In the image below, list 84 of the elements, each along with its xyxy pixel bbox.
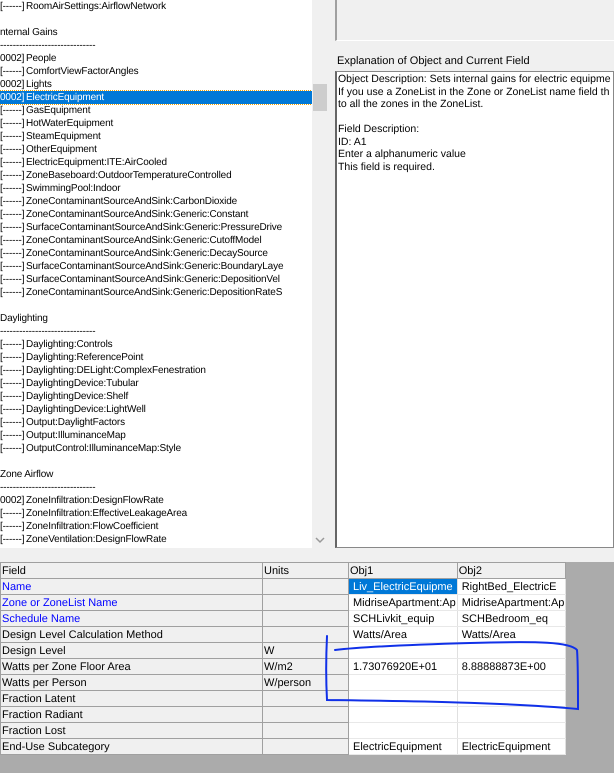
value-cell[interactable] (348, 706, 458, 722)
object-list-item[interactable]: [------] ZoneInfiltration:FlowCoefficient (0, 520, 312, 533)
object-list-item[interactable]: [------] DaylightingDevice:Tubular (0, 377, 312, 390)
object-list-item[interactable]: [------] SteamEquipment (0, 130, 312, 143)
group-heading: nternal Gains (0, 26, 58, 39)
object-list-item[interactable]: [------] ZoneContaminantSourceAndSink:Generic:DecaySource (0, 247, 312, 260)
object-list-item[interactable]: [------] ZoneContaminantSourceAndSink:Generic:DepositionRateS (0, 286, 312, 299)
object-list-item[interactable]: 0002] ZoneInfiltration:DesignFlowRate (0, 494, 312, 507)
object-list-item[interactable]: 0002] Lights (0, 78, 312, 91)
value-cell[interactable] (457, 706, 566, 722)
separator-line: ------------------------------ (0, 39, 96, 52)
value-cell[interactable]: SCHBedroom_eq (457, 610, 566, 626)
field-name: Schedule Name (2, 612, 80, 624)
object-list-item[interactable]: [------] SurfaceContaminantSourceAndSink:Generic:BoundaryLaye (0, 260, 312, 273)
explanation-line: If you use a ZoneList in the Zone or ZoneList name field th (338, 86, 610, 98)
object-list-item[interactable]: [------] RoomAirSettings:AirflowNetwork (0, 0, 312, 13)
object-list-item[interactable]: [------] ZoneBaseboard:OutdoorTemperatureControlled (0, 169, 312, 182)
object-list-item[interactable]: [------] SwimmingPool:Indoor (0, 182, 312, 195)
field-name: Zone or ZoneList Name (2, 596, 118, 608)
object-list-item[interactable]: [------] SurfaceContaminantSourceAndSink:Generic:DepositionVel (0, 273, 312, 286)
column-header: Obj1 (348, 562, 458, 578)
value-cell[interactable] (457, 674, 566, 690)
explanation-title: Explanation of Object and Current Field (336, 54, 531, 69)
separator-line: ------------------------------ (0, 325, 96, 338)
field-name: Design Level Calculation Method (2, 628, 163, 640)
object-list-item[interactable]: [------] ZoneContaminantSourceAndSink:CarbonDioxide (0, 195, 312, 208)
object-list-item[interactable]: 0002] People (0, 52, 312, 65)
units-cell: W/person (262, 674, 348, 690)
object-list-item[interactable]: [------] Output:DaylightFactors (0, 416, 312, 429)
group-heading: Daylighting (0, 312, 48, 325)
object-list-item[interactable]: [------] ZoneVentilation:DesignFlowRate (0, 533, 312, 546)
explanation-line: Field Description: (338, 123, 420, 136)
explanation-line: Enter a alphanumeric value (338, 148, 467, 160)
value-cell[interactable]: Watts/Area (348, 626, 458, 642)
field-name: Fraction Latent (2, 692, 76, 704)
object-list-item[interactable]: [------] SurfaceContaminantSourceAndSink:Generic:PressureDrive (0, 221, 312, 234)
object-list-item[interactable]: [------] Daylighting:DELight:ComplexFenestration (0, 364, 312, 377)
explanation-line: to all the zones in the ZoneList. (338, 98, 484, 110)
value-cell[interactable]: RightBed_ElectricE (457, 578, 566, 594)
units-cell: W/m2 (262, 658, 348, 674)
chevron-down-icon[interactable] (315, 536, 325, 544)
field-name: End-Use Subcategory (2, 740, 110, 752)
object-list-item[interactable]: [------] ComfortViewFactorAngles (0, 65, 312, 78)
value-cell[interactable]: Liv_ElectricEquipme (348, 578, 458, 594)
column-header: Units (262, 562, 348, 578)
value-cell[interactable]: SCHLivkit_equip (348, 610, 458, 626)
value-cell[interactable] (348, 674, 458, 690)
separator-line: ------------------------------ (0, 481, 96, 494)
object-list-item[interactable]: [------] ElectricEquipment:ITE:AirCooled (0, 156, 312, 169)
field-name: Fraction Lost (2, 724, 66, 736)
object-list-item[interactable]: [------] ZoneInfiltration:EffectiveLeakageArea (0, 507, 312, 520)
object-list-item[interactable]: [------] Daylighting:ReferencePoint (0, 351, 312, 364)
object-list-item[interactable]: [------] GasEquipment (0, 104, 312, 117)
field-name: Design Level (2, 644, 66, 656)
object-list-item[interactable]: [------] DaylightingDevice:LightWell (0, 403, 312, 416)
object-list-item[interactable]: [------] Daylighting:Controls (0, 338, 312, 351)
object-list-item[interactable]: [------] ZoneContaminantSourceAndSink:Generic:Constant (0, 208, 312, 221)
value-cell[interactable] (348, 722, 458, 738)
field-name: Watts per Person (2, 676, 87, 688)
value-cell[interactable]: MidriseApartment:Ap (348, 594, 458, 610)
object-list-item[interactable]: [------] HotWaterEquipment (0, 117, 312, 130)
object-list-item[interactable]: 0002] ElectricEquipment (0, 91, 312, 104)
column-header: Field (0, 562, 262, 578)
explanation-line: This field is required. (338, 160, 436, 173)
field-name: Watts per Zone Floor Area (2, 660, 131, 672)
group-heading: Zone Airflow (0, 468, 54, 481)
value-cell[interactable]: ElectricEquipment (457, 738, 566, 754)
value-cell[interactable]: ElectricEquipment (348, 738, 458, 754)
explanation-line: ID: A1 (338, 136, 368, 148)
object-list-item[interactable]: [------] DaylightingDevice:Shelf (0, 390, 312, 403)
column-header: Obj2 (457, 562, 566, 578)
value-cell[interactable] (457, 722, 566, 738)
value-cell[interactable]: 8.88888873E+00 (457, 658, 566, 674)
object-list-item[interactable]: [------] ZoneContaminantSourceAndSink:Generic:CutoffModel (0, 234, 312, 247)
value-cell[interactable] (457, 642, 566, 658)
value-cell[interactable]: 1.73076920E+01 (348, 658, 458, 674)
explanation-line: Object Description: Sets internal gains for electric equipme (338, 73, 612, 86)
object-list-item[interactable]: [------] OutputControl:IlluminanceMap:Style (0, 442, 312, 455)
object-list-item[interactable]: [------] OtherEquipment (0, 143, 312, 156)
field-name: Fraction Radiant (2, 708, 83, 720)
scrollbar-thumb[interactable] (313, 84, 327, 111)
value-cell[interactable]: MidriseApartment:Ap (457, 594, 566, 610)
field-name: Name (2, 580, 32, 592)
object-list-item[interactable]: [------] Output:IlluminanceMap (0, 429, 312, 442)
